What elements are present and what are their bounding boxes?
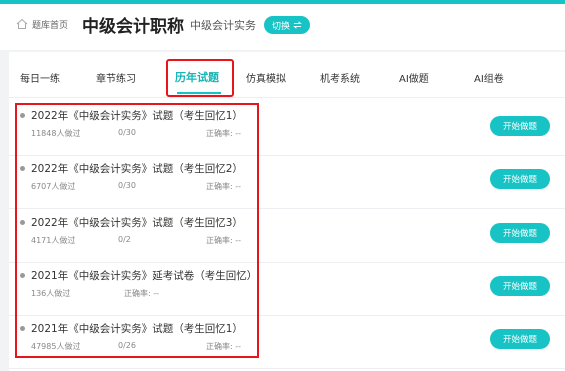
swap-icon bbox=[293, 21, 302, 29]
tab-ai-paper[interactable]: AI组卷 bbox=[474, 70, 504, 85]
tab-chapter-practice[interactable]: 章节练习 bbox=[96, 70, 136, 85]
start-exam-button[interactable]: 开始做题 bbox=[490, 276, 550, 296]
start-exam-button[interactable]: 开始做题 bbox=[490, 223, 550, 243]
tab-bar: 每日一练 章节练习 历年试题 仿真模拟 机考系统 AI做题 AI组卷 bbox=[9, 52, 565, 97]
switch-subject-button[interactable]: 切换 bbox=[264, 16, 310, 34]
tab-computer-exam[interactable]: 机考系统 bbox=[320, 70, 360, 85]
start-exam-button[interactable]: 开始做题 bbox=[490, 329, 550, 349]
list-highlight-box bbox=[15, 103, 259, 358]
page-title: 中级会计职称 bbox=[82, 17, 184, 37]
tab-mock-exam[interactable]: 仿真模拟 bbox=[246, 70, 286, 85]
start-exam-button[interactable]: 开始做题 bbox=[490, 116, 550, 136]
tab-highlight-box bbox=[166, 59, 234, 97]
home-link[interactable]: 题库首页 bbox=[32, 18, 68, 31]
home-icon[interactable] bbox=[16, 18, 28, 30]
start-exam-button[interactable]: 开始做题 bbox=[490, 169, 550, 189]
subject-label: 中级会计实务 bbox=[190, 19, 256, 32]
divider bbox=[9, 97, 565, 98]
tab-ai-practice[interactable]: AI做题 bbox=[399, 70, 429, 85]
switch-label: 切换 bbox=[271, 21, 290, 32]
header: 题库首页 中级会计职称 中级会计实务 切换 bbox=[0, 4, 565, 50]
tab-daily-practice[interactable]: 每日一练 bbox=[20, 70, 60, 85]
